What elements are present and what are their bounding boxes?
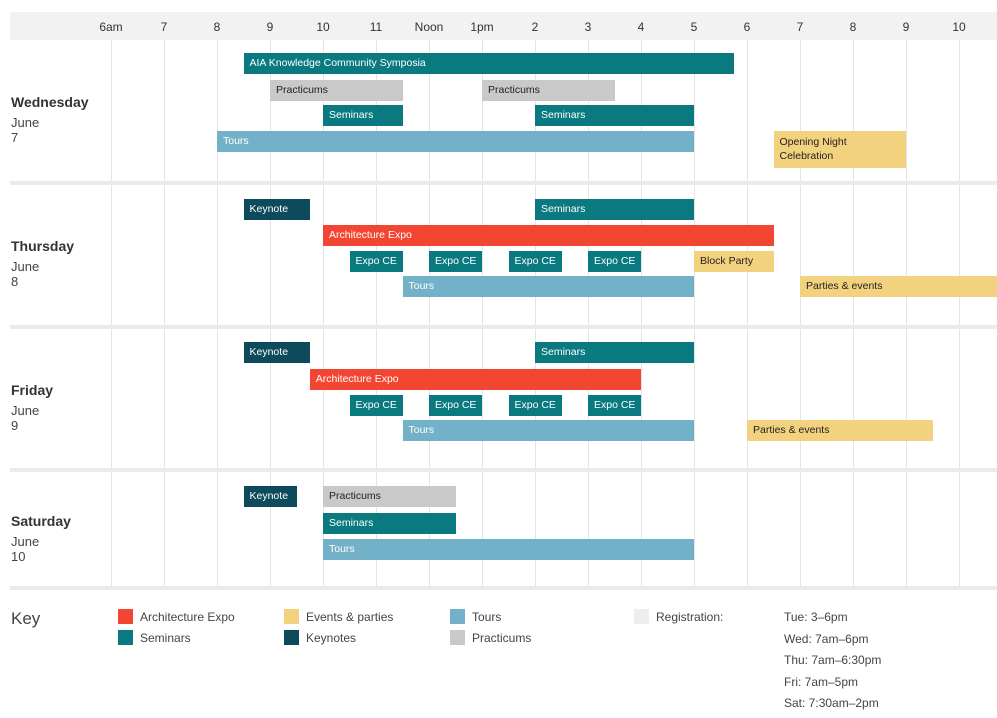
key-swatch-seminars <box>118 630 133 645</box>
registration-time: Wed: 7am–6pm <box>784 631 869 646</box>
hour-tick-label: 5 <box>690 20 698 34</box>
event-bar-keynotes: Keynote <box>243 342 310 363</box>
event-bar-seminars: Expo CE <box>588 395 641 416</box>
day-date-label: June 10 <box>11 534 40 564</box>
hour-tick-label: 1pm <box>470 20 494 34</box>
day-date-label: June 9 <box>11 403 40 433</box>
event-bar-expo: Architecture Expo <box>323 225 774 246</box>
event-bar-seminars: Expo CE <box>429 251 482 272</box>
key-swatch-keynotes <box>284 630 299 645</box>
hour-tick-label: 11 <box>369 20 383 34</box>
hour-tick-label: 2 <box>531 20 539 34</box>
event-bar-events: Opening Night Celebration <box>773 131 906 168</box>
hour-tick-label: 10 <box>316 20 330 34</box>
hour-gridline <box>906 40 907 587</box>
hour-gridline <box>747 40 748 587</box>
hour-tick-label: 6 <box>743 20 751 34</box>
event-bar-practicums: Practicums <box>482 80 615 101</box>
hour-tick-label: 3 <box>584 20 592 34</box>
event-bar-events: Parties & events <box>747 420 933 441</box>
key-swatch-tours <box>450 609 465 624</box>
hour-gridline <box>853 40 854 587</box>
event-bar-seminars: Expo CE <box>429 395 482 416</box>
hour-gridline <box>800 40 801 587</box>
event-bar-practicums: Practicums <box>323 486 456 507</box>
day-separator <box>10 468 997 472</box>
hour-tick-label: 4 <box>637 20 645 34</box>
event-bar-seminars: Expo CE <box>508 251 562 272</box>
hour-gridline <box>111 40 112 587</box>
key-title: Key <box>11 609 41 628</box>
event-bar-seminars: Expo CE <box>349 395 403 416</box>
hour-gridline <box>694 40 695 587</box>
key-swatch-practicums <box>450 630 465 645</box>
hour-tick-label: 7 <box>160 20 168 34</box>
key-label: Seminars <box>140 631 191 645</box>
day-date-label: June 8 <box>11 259 40 289</box>
hour-tick-label: Noon <box>414 20 444 34</box>
hour-gridline <box>959 40 960 587</box>
event-bar-expo: Architecture Expo <box>309 369 641 390</box>
hour-tick-label: 8 <box>849 20 857 34</box>
event-bar-practicums: Practicums <box>270 80 403 101</box>
key-swatch-events <box>284 609 299 624</box>
key-label: Keynotes <box>306 631 357 645</box>
registration-time: Tue: 3–6pm <box>784 610 848 624</box>
event-bar-tours: Tours <box>217 131 694 152</box>
hour-gridline <box>217 40 218 587</box>
registration-time: Sat: 7:30am–2pm <box>784 696 879 710</box>
key-label: Practicums <box>472 631 532 645</box>
key-label: Events & parties <box>306 610 394 624</box>
day-separator <box>10 181 997 185</box>
registration-time: Fri: 7am–5pm <box>784 674 859 689</box>
hour-tick-label: 6am <box>99 20 123 34</box>
key-label: Architecture Expo <box>140 610 235 624</box>
day-name-label: Friday <box>11 382 54 398</box>
hour-tick-label: 7 <box>796 20 804 34</box>
hour-gridline <box>164 40 165 587</box>
day-name-label: Saturday <box>11 513 71 529</box>
day-separator <box>10 586 997 590</box>
hour-tick-label: 9 <box>902 20 910 34</box>
day-separator <box>10 325 997 329</box>
day-name-label: Wednesday <box>11 94 89 110</box>
event-bar-tours: Tours <box>323 539 694 560</box>
event-bar-seminars: Seminars <box>323 105 403 126</box>
event-bar-events: Parties & events <box>800 276 997 297</box>
event-bar-keynotes: Keynote <box>243 199 310 220</box>
event-bar-events: Block Party <box>694 251 774 272</box>
event-bar-tours: Tours <box>402 420 694 441</box>
event-bar-keynotes: Keynote <box>243 486 297 507</box>
day-name-label: Thursday <box>11 238 75 254</box>
event-bar-seminars: Expo CE <box>349 251 403 272</box>
key-label: Tours <box>472 610 502 624</box>
hour-gridline <box>482 40 483 587</box>
hour-tick-label: 8 <box>213 20 221 34</box>
event-bar-seminars: Seminars <box>535 342 694 363</box>
event-bar-seminars: Expo CE <box>588 251 641 272</box>
key-swatch-registration <box>634 609 649 624</box>
key-swatch-expo <box>118 609 133 624</box>
hour-tick-label: 9 <box>266 20 274 34</box>
event-bar-seminars: Seminars <box>535 105 694 126</box>
event-bar-seminars: Seminars <box>535 199 694 220</box>
hour-tick-label: 10 <box>952 20 966 34</box>
registration-time: Thu: 7am–6:30pm <box>784 653 882 667</box>
event-bar-seminars: Expo CE <box>508 395 562 416</box>
day-date-label: June 7 <box>11 115 40 145</box>
event-bar-tours: Tours <box>402 276 694 297</box>
event-bar-seminars: AIA Knowledge Community Symposia <box>243 53 734 74</box>
key-label: Registration: <box>656 610 724 624</box>
event-bar-seminars: Seminars <box>323 513 456 534</box>
